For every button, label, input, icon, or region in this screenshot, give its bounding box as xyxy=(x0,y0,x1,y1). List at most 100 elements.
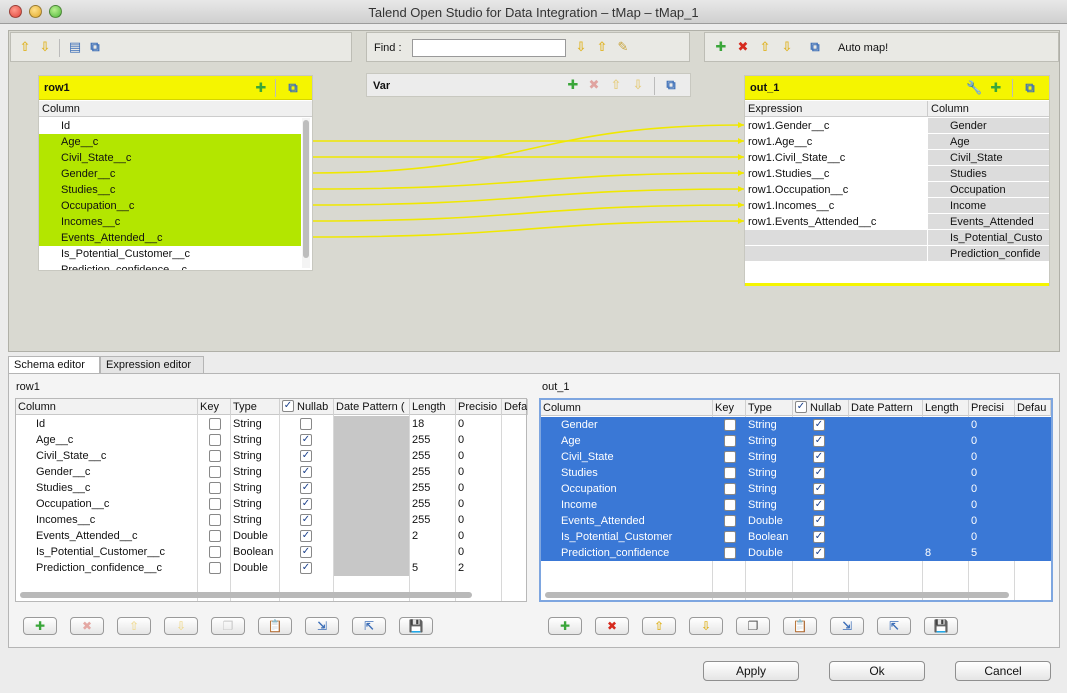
column-name-cell[interactable]: Occupation__c xyxy=(34,496,198,512)
nullable-checkbox[interactable]: ✓ xyxy=(300,530,312,542)
schema-left-row[interactable]: Gender__c String ✓ 255 0 xyxy=(16,464,526,480)
precision-cell[interactable]: 0 xyxy=(969,513,1015,529)
type-cell[interactable]: Boolean xyxy=(231,544,280,560)
schema-left-row[interactable]: Events_Attended__c Double ✓ 2 0 xyxy=(16,528,526,544)
key-checkbox[interactable] xyxy=(724,515,736,527)
apply-button[interactable]: Apply xyxy=(703,661,799,681)
type-cell[interactable]: Double xyxy=(231,528,280,544)
schema-left-add-button[interactable]: ✚ xyxy=(23,617,57,635)
column-name-cell[interactable]: Id xyxy=(34,416,198,432)
schema-left-header-cell[interactable]: Length xyxy=(410,399,456,415)
precision-cell[interactable]: 5 xyxy=(969,545,1015,561)
key-checkbox[interactable] xyxy=(209,466,221,478)
nullable-all-checkbox[interactable]: ✓ xyxy=(282,400,294,412)
schema-right-header-cell[interactable]: Key xyxy=(713,400,746,416)
schema-left-row[interactable]: Id String 18 0 xyxy=(16,416,526,432)
schema-left-header-cell[interactable]: Key xyxy=(198,399,231,415)
schema-right-import-button[interactable]: ⇲ xyxy=(830,617,864,635)
key-checkbox[interactable] xyxy=(724,419,736,431)
precision-cell[interactable]: 0 xyxy=(456,432,502,448)
schema-right-header-cell[interactable]: Defau xyxy=(1015,400,1051,416)
type-cell[interactable]: String xyxy=(746,433,793,449)
precision-cell[interactable]: 0 xyxy=(969,481,1015,497)
schema-left-paste-button[interactable]: 📋 xyxy=(258,617,292,635)
schema-left-header-cell[interactable]: Defa xyxy=(502,399,528,415)
type-cell[interactable]: String xyxy=(231,512,280,528)
nullable-checkbox[interactable]: ✓ xyxy=(300,466,312,478)
nullable-checkbox[interactable]: ✓ xyxy=(813,515,825,527)
schema-right-row[interactable]: Events_Attended Double ✓ 0 xyxy=(541,513,1051,529)
precision-cell[interactable]: 0 xyxy=(456,464,502,480)
schema-left-up-button[interactable]: ⇧ xyxy=(117,617,151,635)
column-name-cell[interactable]: Is_Potential_Customer xyxy=(559,529,713,545)
type-cell[interactable]: String xyxy=(231,416,280,432)
length-cell[interactable] xyxy=(923,481,969,497)
nullable-checkbox[interactable]: ✓ xyxy=(813,499,825,511)
schema-left-header-cell[interactable]: Date Pattern ( xyxy=(334,399,410,415)
length-cell[interactable] xyxy=(923,417,969,433)
schema-left-remove-button[interactable]: ✖ xyxy=(70,617,104,635)
schema-left-row[interactable]: Incomes__c String ✓ 255 0 xyxy=(16,512,526,528)
column-name-cell[interactable]: Studies__c xyxy=(34,480,198,496)
schema-left-row[interactable]: Age__c String ✓ 255 0 xyxy=(16,432,526,448)
column-name-cell[interactable]: Events_Attended xyxy=(559,513,713,529)
column-name-cell[interactable]: Is_Potential_Customer__c xyxy=(34,544,198,560)
column-name-cell[interactable]: Events_Attended__c xyxy=(34,528,198,544)
type-cell[interactable]: String xyxy=(746,449,793,465)
nullable-checkbox[interactable]: ✓ xyxy=(300,450,312,462)
schema-left-hscrollbar[interactable] xyxy=(20,592,472,598)
key-checkbox[interactable] xyxy=(209,546,221,558)
type-cell[interactable]: String xyxy=(231,464,280,480)
key-checkbox[interactable] xyxy=(209,562,221,574)
schema-left-down-button[interactable]: ⇩ xyxy=(164,617,198,635)
nullable-checkbox[interactable]: ✓ xyxy=(300,434,312,446)
column-name-cell[interactable]: Gender__c xyxy=(34,464,198,480)
column-name-cell[interactable]: Gender xyxy=(559,417,713,433)
schema-right-row[interactable]: Is_Potential_Customer Boolean ✓ 0 xyxy=(541,529,1051,545)
nullable-checkbox[interactable]: ✓ xyxy=(300,514,312,526)
schema-right-row[interactable]: Prediction_confidence Double ✓ 8 5 xyxy=(541,545,1051,561)
schema-right-up-button[interactable]: ⇧ xyxy=(642,617,676,635)
type-cell[interactable]: String xyxy=(746,465,793,481)
schema-left-header-cell[interactable]: Type xyxy=(231,399,280,415)
nullable-checkbox[interactable]: ✓ xyxy=(813,419,825,431)
nullable-checkbox[interactable]: ✓ xyxy=(813,547,825,559)
schema-right-add-button[interactable]: ✚ xyxy=(548,617,582,635)
schema-right-row[interactable]: Civil_State String ✓ 0 xyxy=(541,449,1051,465)
type-cell[interactable]: String xyxy=(231,432,280,448)
nullable-checkbox[interactable] xyxy=(300,418,312,430)
schema-left-row[interactable]: Occupation__c String ✓ 255 0 xyxy=(16,496,526,512)
column-name-cell[interactable]: Civil_State xyxy=(559,449,713,465)
key-checkbox[interactable] xyxy=(209,450,221,462)
key-checkbox[interactable] xyxy=(209,498,221,510)
length-cell[interactable]: 2 xyxy=(410,528,456,544)
type-cell[interactable]: String xyxy=(746,497,793,513)
tab-expression-editor[interactable]: Expression editor xyxy=(100,356,204,374)
schema-right-header-cell[interactable]: Length xyxy=(923,400,969,416)
length-cell[interactable]: 5 xyxy=(410,560,456,576)
schema-left-row[interactable]: Is_Potential_Customer__c Boolean ✓ 0 xyxy=(16,544,526,560)
length-cell[interactable]: 255 xyxy=(410,480,456,496)
schema-left-header-cell[interactable]: Precisio xyxy=(456,399,502,415)
nullable-checkbox[interactable]: ✓ xyxy=(813,531,825,543)
key-checkbox[interactable] xyxy=(724,435,736,447)
schema-right-row[interactable]: Age String ✓ 0 xyxy=(541,433,1051,449)
length-cell[interactable] xyxy=(923,497,969,513)
length-cell[interactable]: 18 xyxy=(410,416,456,432)
precision-cell[interactable]: 0 xyxy=(456,512,502,528)
column-name-cell[interactable]: Studies xyxy=(559,465,713,481)
column-name-cell[interactable]: Income xyxy=(559,497,713,513)
length-cell[interactable]: 255 xyxy=(410,464,456,480)
type-cell[interactable]: String xyxy=(746,417,793,433)
key-checkbox[interactable] xyxy=(724,547,736,559)
length-cell[interactable]: 255 xyxy=(410,496,456,512)
schema-left-row[interactable]: Prediction_confidence__c Double ✓ 5 2 xyxy=(16,560,526,576)
schema-right-copy-button[interactable]: ❐ xyxy=(736,617,770,635)
precision-cell[interactable]: 0 xyxy=(969,433,1015,449)
precision-cell[interactable]: 0 xyxy=(456,544,502,560)
key-checkbox[interactable] xyxy=(209,482,221,494)
type-cell[interactable]: Double xyxy=(746,545,793,561)
length-cell[interactable]: 255 xyxy=(410,512,456,528)
ok-button[interactable]: Ok xyxy=(829,661,925,681)
column-name-cell[interactable]: Incomes__c xyxy=(34,512,198,528)
